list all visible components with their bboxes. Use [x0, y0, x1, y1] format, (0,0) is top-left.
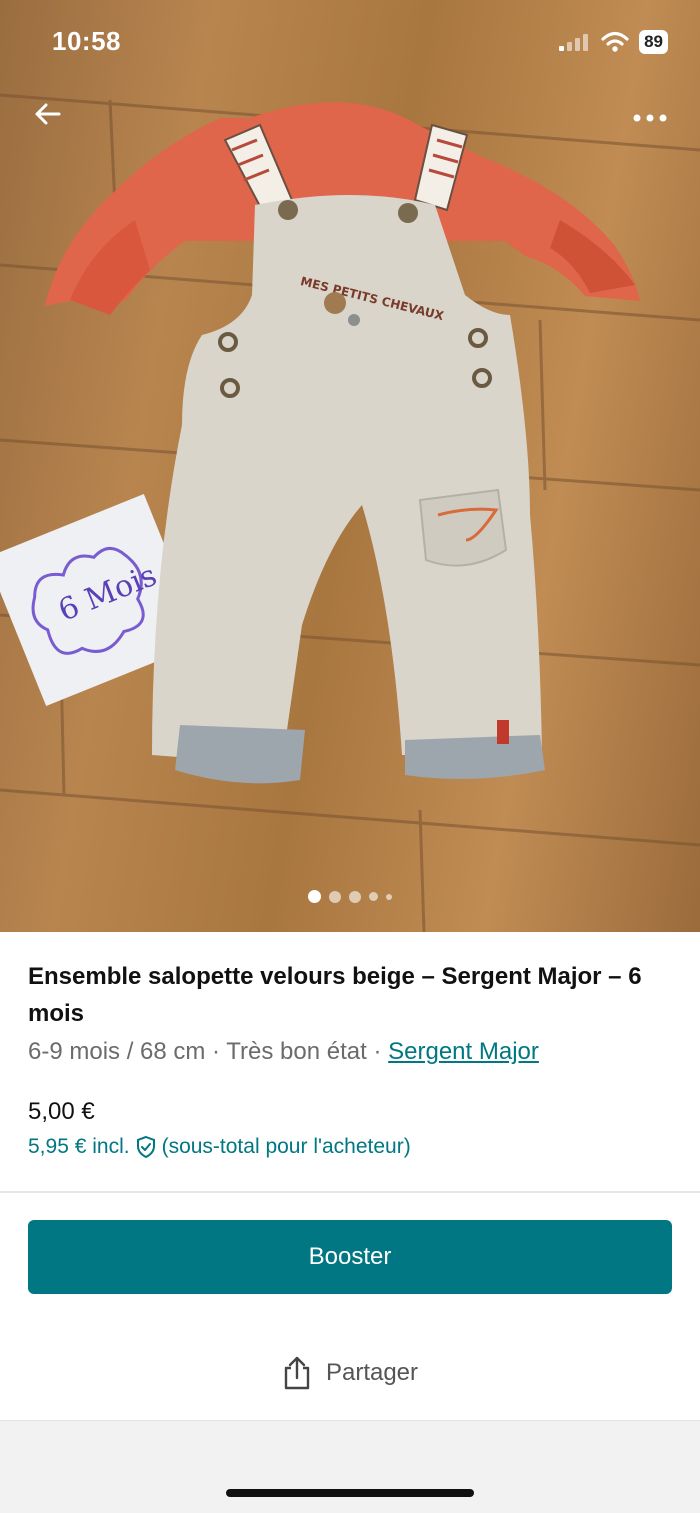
- carousel-dot[interactable]: [369, 892, 378, 901]
- brand-link[interactable]: Sergent Major: [388, 1038, 539, 1065]
- share-icon: [284, 1356, 310, 1390]
- corduroy-overalls: MES PETITS CHEVAUX: [152, 195, 545, 784]
- status-bar: 10:58 89: [0, 0, 700, 88]
- signal-icon: [559, 34, 589, 51]
- more-options-button[interactable]: [622, 96, 678, 140]
- carousel-dot[interactable]: [386, 893, 392, 900]
- listing-details: Ensemble salopette velours beige – Serge…: [28, 958, 678, 1070]
- back-button[interactable]: [26, 92, 70, 136]
- buyer-protection-price[interactable]: 5,95 € incl. (sous-total pour l'acheteur…: [28, 1135, 411, 1159]
- booster-button[interactable]: Booster: [28, 1220, 672, 1294]
- size-condition: 6-9 mois / 68 cm · Très bon état ·: [28, 1038, 389, 1065]
- listing-price: 5,00 €: [28, 1098, 95, 1125]
- listing-title: Ensemble salopette velours beige – Serge…: [28, 963, 642, 1027]
- status-time: 10:58: [52, 26, 121, 56]
- share-button[interactable]: Partager: [0, 1350, 700, 1396]
- more-dots-icon: [633, 114, 667, 122]
- wifi-icon: [601, 31, 629, 52]
- shield-check-icon: [136, 1135, 155, 1159]
- home-indicator[interactable]: [226, 1489, 474, 1497]
- product-photo[interactable]: 6 Mois MES PETITS CHEVAUX 10:58 89: [0, 0, 700, 932]
- photo-illustration: 6 Mois MES PETITS CHEVAUX: [0, 93, 700, 932]
- arrow-left-icon: [35, 103, 61, 125]
- carousel-dot[interactable]: [329, 890, 341, 903]
- carousel-pagination[interactable]: [0, 890, 700, 903]
- section-divider: [0, 1191, 700, 1193]
- price-incl-note: (sous-total pour l'acheteur): [161, 1135, 411, 1158]
- bottom-area: [0, 1420, 700, 1513]
- carousel-dot-active[interactable]: [308, 890, 321, 903]
- battery-indicator: 89: [639, 30, 668, 54]
- price-incl: 5,95 € incl.: [28, 1135, 130, 1158]
- status-icons: 89: [557, 30, 668, 54]
- share-label: Partager: [325, 1359, 419, 1386]
- listing-meta: 6-9 mois / 68 cm · Très bon état · Serge…: [28, 1034, 678, 1070]
- carousel-dot[interactable]: [349, 890, 361, 903]
